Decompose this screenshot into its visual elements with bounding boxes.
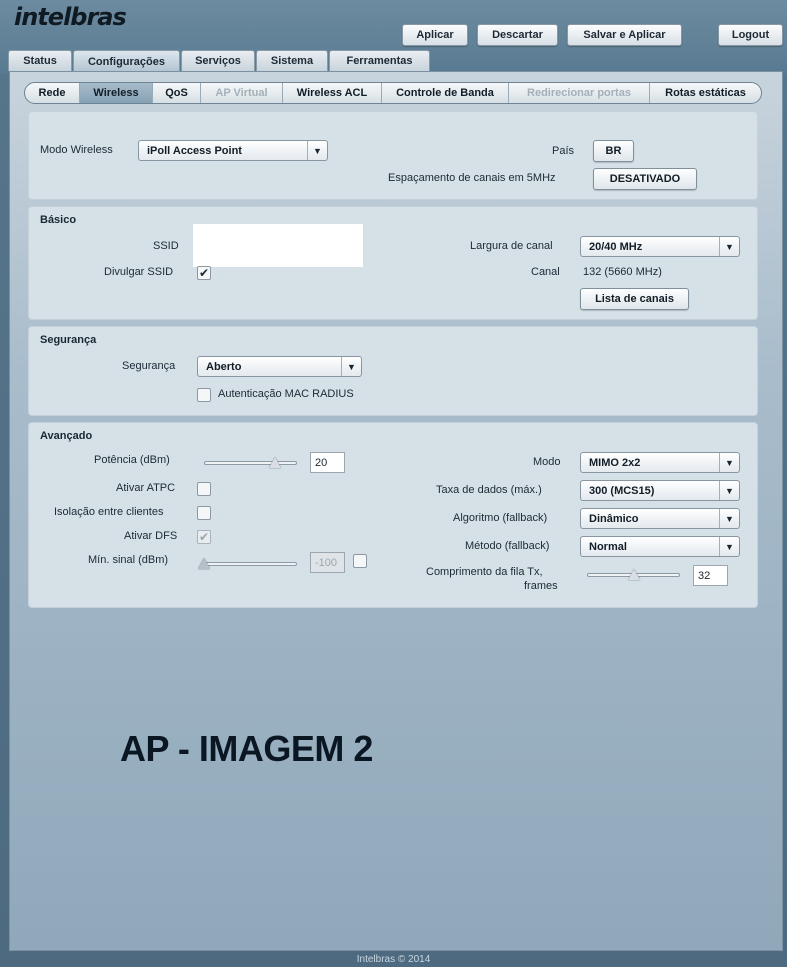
mode-label: Modo — [533, 456, 561, 468]
discard-button[interactable]: Descartar — [477, 24, 558, 46]
security-title: Segurança — [40, 334, 97, 346]
dfs-checkbox: ✔ — [197, 530, 211, 544]
security-label: Segurança — [122, 360, 176, 372]
wireless-mode-select[interactable]: iPoll Access Point ▼ — [138, 140, 328, 161]
tab-configuracoes[interactable]: Configurações — [73, 50, 180, 72]
advanced-title: Avançado — [40, 430, 93, 442]
footer-copyright: Intelbras © 2014 — [356, 954, 431, 965]
min-signal-slider-track — [204, 562, 297, 566]
channel-width-select[interactable]: 20/40 MHz ▼ — [580, 236, 740, 257]
mac-radius-checkbox[interactable] — [197, 388, 211, 402]
sub-navigation: Rede Wireless QoS AP Virtual Wireless AC… — [24, 82, 762, 104]
broadcast-ssid-label: Divulgar SSID — [104, 266, 174, 278]
image-caption: AP - IMAGEM 2 — [120, 728, 373, 769]
tx-queue-input[interactable]: 32 — [693, 565, 728, 586]
channel-spacing-label: Espaçamento de canais em 5MHz — [388, 172, 556, 184]
method-label: Método (fallback) — [465, 540, 550, 552]
chevron-down-icon: ▼ — [719, 237, 739, 256]
chevron-down-icon: ▼ — [341, 357, 361, 376]
subtab-controle-banda[interactable]: Controle de Banda — [382, 83, 509, 103]
checkmark-icon: ✔ — [198, 266, 210, 280]
chevron-down-icon: ▼ — [719, 481, 739, 500]
method-select[interactable]: Normal ▼ — [580, 536, 740, 557]
tx-queue-label-frames: frames — [524, 580, 558, 592]
power-label: Potência (dBm) — [94, 454, 170, 466]
data-rate-label: Taxa de dados (máx.) — [436, 484, 542, 496]
channel-list-button[interactable]: Lista de canais — [580, 288, 689, 310]
security-select[interactable]: Aberto ▼ — [197, 356, 362, 377]
atpc-label: Ativar ATPC — [116, 482, 176, 494]
ssid-label: SSID — [153, 240, 179, 252]
channel-label: Canal — [531, 266, 560, 278]
subtab-qos[interactable]: QoS — [153, 83, 201, 103]
data-rate-select[interactable]: 300 (MCS15) ▼ — [580, 480, 740, 501]
algorithm-select[interactable]: Dinâmico ▼ — [580, 508, 740, 529]
power-input[interactable]: 20 — [310, 452, 345, 473]
power-slider-thumb[interactable] — [268, 457, 281, 468]
security-value: Aberto — [206, 360, 242, 373]
client-isolation-label: Isolação entre clientes — [54, 506, 164, 518]
algorithm-label: Algoritmo (fallback) — [453, 512, 548, 524]
tab-status[interactable]: Status — [8, 50, 72, 71]
intelbras-logo: intelbras — [14, 3, 127, 31]
save-apply-button[interactable]: Salvar e Aplicar — [567, 24, 682, 46]
checkmark-icon: ✔ — [198, 530, 210, 544]
min-signal-input: -100 — [310, 552, 345, 573]
subtab-wireless[interactable]: Wireless — [80, 83, 153, 103]
method-value: Normal — [589, 540, 627, 553]
channel-width-label: Largura de canal — [470, 240, 553, 252]
min-signal-enable-checkbox[interactable] — [353, 554, 367, 568]
chevron-down-icon: ▼ — [719, 537, 739, 556]
min-signal-slider-thumb — [198, 558, 210, 569]
algorithm-value: Dinâmico — [589, 512, 639, 525]
subtab-rotas-estaticas[interactable]: Rotas estáticas — [650, 83, 761, 103]
tab-servicos[interactable]: Serviços — [181, 50, 255, 71]
subtab-wireless-acl[interactable]: Wireless ACL — [283, 83, 382, 103]
basic-title: Básico — [40, 214, 77, 226]
logout-button[interactable]: Logout — [718, 24, 783, 46]
atpc-checkbox[interactable] — [197, 482, 211, 496]
chevron-down-icon: ▼ — [307, 141, 327, 160]
tx-queue-label: Comprimento da fila Tx, — [426, 566, 543, 578]
subtab-rede[interactable]: Rede — [25, 83, 80, 103]
ssid-input[interactable] — [193, 224, 363, 267]
tab-ferramentas[interactable]: Ferramentas — [329, 50, 430, 71]
country-label: País — [552, 145, 575, 157]
subtab-ap-virtual: AP Virtual — [201, 83, 283, 103]
country-button[interactable]: BR — [593, 140, 634, 162]
dfs-label: Ativar DFS — [124, 530, 178, 542]
broadcast-ssid-checkbox[interactable]: ✔ — [197, 266, 211, 280]
tx-queue-slider-thumb[interactable] — [627, 569, 640, 580]
subtab-redirecionar-portas: Redirecionar portas — [509, 83, 650, 103]
power-slider-track[interactable] — [204, 461, 297, 465]
data-rate-value: 300 (MCS15) — [589, 484, 655, 497]
wireless-mode-value: iPoll Access Point — [147, 144, 242, 157]
tab-sistema[interactable]: Sistema — [256, 50, 328, 71]
client-isolation-checkbox[interactable] — [197, 506, 211, 520]
min-signal-label: Mín. sinal (dBm) — [88, 554, 169, 566]
channel-width-value: 20/40 MHz — [589, 240, 643, 253]
apply-button[interactable]: Aplicar — [402, 24, 468, 46]
mac-radius-label: Autenticação MAC RADIUS — [218, 388, 354, 400]
chevron-down-icon: ▼ — [719, 453, 739, 472]
chevron-down-icon: ▼ — [719, 509, 739, 528]
channel-spacing-button[interactable]: DESATIVADO — [593, 168, 697, 190]
mode-select[interactable]: MIMO 2x2 ▼ — [580, 452, 740, 473]
channel-value: 132 (5660 MHz) — [583, 266, 662, 278]
mode-value: MIMO 2x2 — [589, 456, 641, 469]
wireless-mode-label: Modo Wireless — [40, 144, 113, 156]
